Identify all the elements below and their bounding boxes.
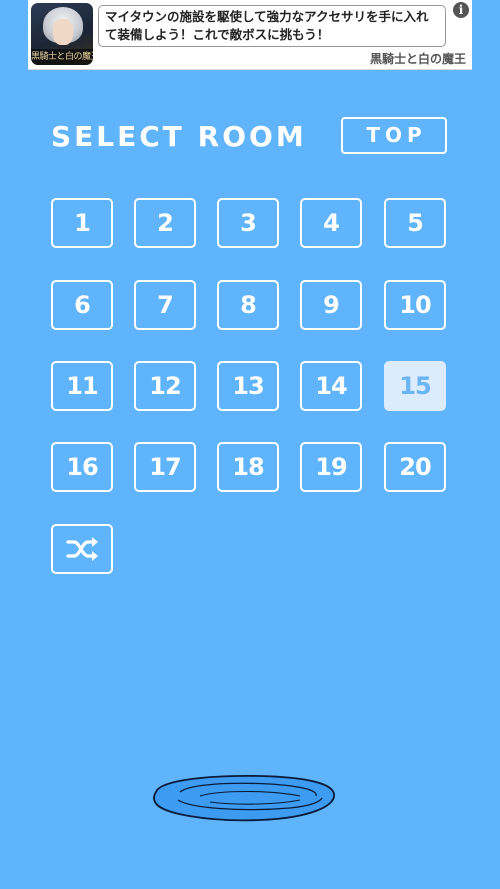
room-button-1[interactable]: 1	[51, 198, 113, 248]
room-button-6[interactable]: 6	[51, 280, 113, 330]
room-button-3[interactable]: 3	[217, 198, 279, 248]
room-button-12[interactable]: 12	[134, 361, 196, 411]
ad-info-icon[interactable]: i	[453, 2, 469, 18]
room-button-8[interactable]: 8	[217, 280, 279, 330]
room-button-9[interactable]: 9	[300, 280, 362, 330]
puddle-illustration	[150, 770, 340, 830]
room-button-7[interactable]: 7	[134, 280, 196, 330]
ad-banner[interactable]: 黒騎士と白の魔王 マイタウンの施設を駆使して強力なアクセサリを手に入れて装備しよ…	[28, 0, 472, 70]
random-room-button[interactable]	[51, 524, 113, 574]
room-button-2[interactable]: 2	[134, 198, 196, 248]
page-title: SELECT ROOM	[51, 120, 307, 153]
room-button-10[interactable]: 10	[384, 280, 446, 330]
top-button[interactable]: TOP	[341, 117, 447, 154]
room-button-15-current[interactable]: 15	[384, 361, 446, 411]
ad-character-face	[53, 19, 73, 45]
room-button-18[interactable]: 18	[217, 442, 279, 492]
room-button-4[interactable]: 4	[300, 198, 362, 248]
room-button-20[interactable]: 20	[384, 442, 446, 492]
ad-thumbnail-caption: 黒騎士と白の魔王	[31, 49, 93, 65]
room-button-17[interactable]: 17	[134, 442, 196, 492]
room-button-5[interactable]: 5	[384, 198, 446, 248]
ad-text[interactable]: マイタウンの施設を駆使して強力なアクセサリを手に入れて装備しよう！これで敵ボスに…	[98, 5, 446, 47]
room-button-11[interactable]: 11	[51, 361, 113, 411]
room-button-16[interactable]: 16	[51, 442, 113, 492]
shuffle-icon	[66, 537, 98, 561]
ad-title[interactable]: 黒騎士と白の魔王	[370, 51, 466, 67]
ad-thumbnail-image[interactable]: 黒騎士と白の魔王	[31, 3, 93, 65]
room-button-19[interactable]: 19	[300, 442, 362, 492]
room-button-13[interactable]: 13	[217, 361, 279, 411]
room-button-14[interactable]: 14	[300, 361, 362, 411]
